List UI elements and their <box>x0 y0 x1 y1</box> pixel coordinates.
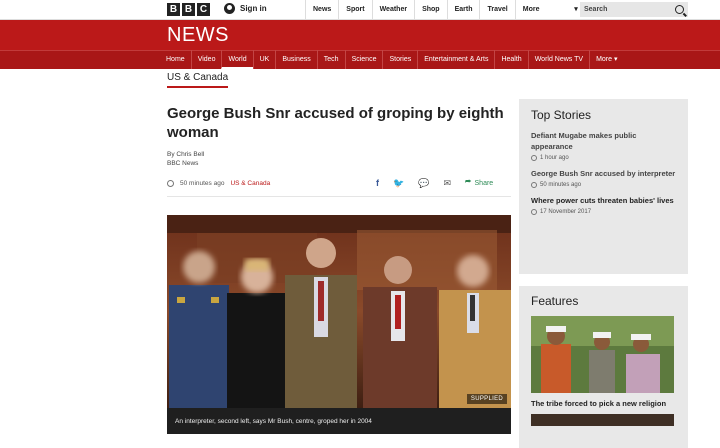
user-icon <box>224 3 235 14</box>
features-heading: Features <box>531 294 579 308</box>
top-story-time: 50 minutes ago <box>531 182 676 188</box>
feature-image[interactable] <box>531 316 674 393</box>
search-input[interactable]: Search <box>580 2 688 17</box>
bbc-logo[interactable]: B B C <box>167 3 210 16</box>
news-nav-world[interactable]: World <box>221 50 253 69</box>
feature-title[interactable]: The tribe forced to pick a new religion <box>531 398 676 409</box>
global-nav-news[interactable]: News <box>305 0 338 20</box>
news-nav-tech[interactable]: Tech <box>316 50 345 69</box>
news-nav: Home Video World UK Business Tech Scienc… <box>160 50 624 69</box>
bbc-logo-letter: C <box>197 3 210 16</box>
top-story-title[interactable]: Defiant Mugabe makes public appearance <box>531 130 676 152</box>
top-story-time: 1 hour ago <box>531 155 676 161</box>
news-nav-world-news-tv[interactable]: World News TV <box>527 50 589 69</box>
features-panel: Features The tribe forced to pick a new … <box>519 286 688 448</box>
article-section-link[interactable]: US & Canada <box>230 180 270 187</box>
news-masthead <box>0 20 720 50</box>
global-nav: News Sport Weather Shop Earth Travel Mor… <box>305 0 585 20</box>
global-nav-shop[interactable]: Shop <box>414 0 447 20</box>
clock-icon <box>531 182 537 188</box>
news-nav-uk[interactable]: UK <box>252 50 276 69</box>
article-headline: George Bush Snr accused of groping by ei… <box>167 105 504 141</box>
bbc-logo-letter: B <box>182 3 195 16</box>
global-nav-travel[interactable]: Travel <box>479 0 514 20</box>
feature-image-secondary[interactable] <box>531 414 674 426</box>
author-source: BBC News <box>167 160 199 167</box>
clock-icon <box>531 209 537 215</box>
top-story-item[interactable]: Defiant Mugabe makes public appearance 1… <box>531 130 676 161</box>
facebook-icon[interactable]: f <box>376 178 379 188</box>
news-nav-business[interactable]: Business <box>275 50 316 69</box>
messenger-icon[interactable]: 💬 <box>418 178 429 188</box>
news-logo[interactable]: NEWS <box>167 24 229 47</box>
top-story-timestamp: 17 November 2017 <box>540 209 592 215</box>
top-stories-heading: Top Stories <box>531 108 592 122</box>
top-story-item[interactable]: Where power cuts threaten babies' lives … <box>531 195 676 215</box>
signin-link[interactable]: Sign in <box>224 3 267 14</box>
share-label: Share <box>474 179 494 187</box>
clock-icon <box>531 155 537 161</box>
feature-photo-illustration <box>531 316 674 393</box>
signin-label: Sign in <box>240 4 267 13</box>
news-nav-stories[interactable]: Stories <box>382 50 417 69</box>
clock-icon <box>167 180 174 187</box>
search-icon[interactable] <box>675 5 684 14</box>
article-meta: 50 minutes ago US & Canada <box>167 180 270 187</box>
share-tools: f 🐦 💬 ✉ ⮫ Share <box>376 178 493 188</box>
image-caption: An interpreter, second left, says Mr Bus… <box>167 408 511 434</box>
top-story-title[interactable]: Where power cuts threaten babies' lives <box>531 195 676 206</box>
global-nav-weather[interactable]: Weather <box>371 0 415 20</box>
news-nav-science[interactable]: Science <box>344 50 383 69</box>
chevron-down-icon: ▾ <box>574 6 578 13</box>
article-timestamp: 50 minutes ago <box>180 180 225 187</box>
more-label: More <box>522 6 540 13</box>
top-story-timestamp: 50 minutes ago <box>540 182 582 188</box>
share-icon: ⮫ <box>464 179 472 186</box>
group-photo-illustration <box>167 215 511 408</box>
top-story-item[interactable]: George Bush Snr accused by interpreter 5… <box>531 168 676 188</box>
news-nav-health[interactable]: Health <box>494 50 527 69</box>
author-name: By Chris Bell <box>167 151 205 158</box>
meta-divider <box>167 196 511 197</box>
byline: By Chris Bell BBC News <box>167 150 204 168</box>
top-story-timestamp: 1 hour ago <box>540 155 569 161</box>
top-story-time: 17 November 2017 <box>531 209 676 215</box>
news-nav-more[interactable]: More ▾ <box>589 50 623 69</box>
twitter-icon[interactable]: 🐦 <box>393 178 404 188</box>
top-story-title[interactable]: George Bush Snr accused by interpreter <box>531 168 676 179</box>
search-placeholder: Search <box>584 6 608 13</box>
news-nav-video[interactable]: Video <box>190 50 222 69</box>
global-nav-more[interactable]: More ▾ <box>514 0 585 20</box>
top-stories-panel: Top Stories Defiant Mugabe makes public … <box>519 99 688 274</box>
image-credit-badge: SUPPLIED <box>466 394 507 404</box>
email-icon[interactable]: ✉ <box>443 178 451 188</box>
share-button[interactable]: ⮫ Share <box>465 179 493 187</box>
news-nav-home[interactable]: Home <box>160 50 191 69</box>
news-nav-entertainment[interactable]: Entertainment & Arts <box>417 50 494 69</box>
global-nav-earth[interactable]: Earth <box>446 0 480 20</box>
global-nav-sport[interactable]: Sport <box>338 0 371 20</box>
section-title[interactable]: US & Canada <box>167 72 229 88</box>
article-image: SUPPLIED <box>167 215 511 408</box>
bbc-logo-letter: B <box>167 3 180 16</box>
